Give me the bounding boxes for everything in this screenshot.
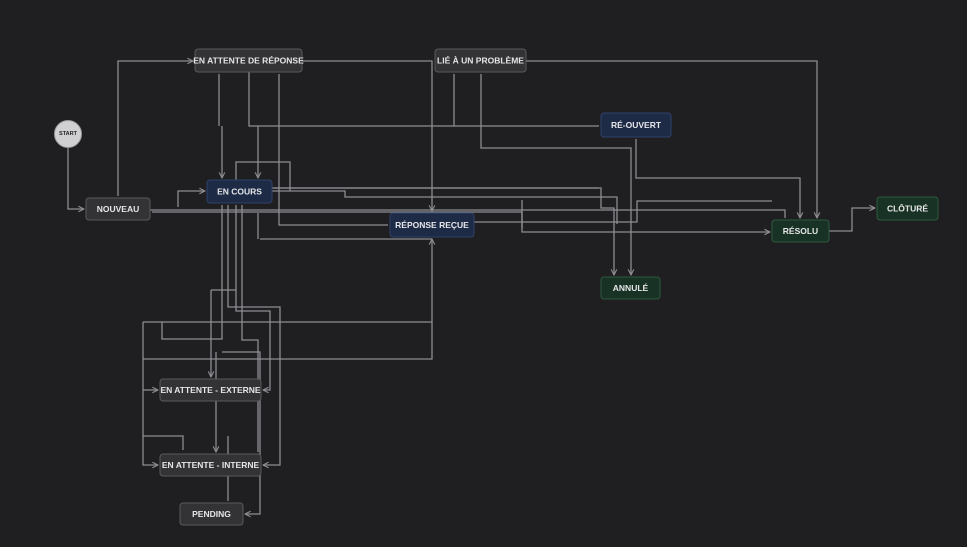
state-node-resolu[interactable]: RÉSOLU [771,219,830,243]
state-label: RÉPONSE REÇUE [395,220,469,230]
state-node-lie-a-un-probleme[interactable]: LIÉ À UN PROBLÈME [434,48,527,73]
state-label: RÉSOLU [783,226,818,236]
state-label: EN ATTENTE - EXTERNE [160,385,260,395]
state-node-nouveau[interactable]: NOUVEAU [85,197,151,221]
state-label: EN ATTENTE - INTERNE [162,460,260,470]
start-label: START [59,131,78,137]
state-label: CLÔTURÉ [887,203,928,214]
state-node-pending[interactable]: PENDING [179,502,244,526]
state-node-cloture[interactable]: CLÔTURÉ [876,196,939,221]
state-label: PENDING [192,509,231,519]
state-node-reponse-recue[interactable]: RÉPONSE REÇUE [389,212,475,238]
state-node-en-attente-externe[interactable]: EN ATTENTE - EXTERNE [159,378,262,402]
state-label: ANNULÉ [613,283,649,293]
state-diagram: START NOUVEAU EN COURS EN ATTENTE DE RÉP… [0,0,967,547]
state-label: EN ATTENTE DE RÉPONSE [193,56,304,66]
state-label: LIÉ À UN PROBLÈME [437,56,524,66]
state-label: EN COURS [217,187,262,197]
state-node-en-cours[interactable]: EN COURS [206,179,273,204]
start-node: START [54,120,82,148]
state-node-re-ouvert[interactable]: RÉ-OUVERT [600,112,672,138]
state-label: RÉ-OUVERT [611,120,662,130]
state-node-annule[interactable]: ANNULÉ [600,276,661,300]
state-node-en-attente-de-reponse[interactable]: EN ATTENTE DE RÉPONSE [193,48,304,73]
state-node-en-attente-interne[interactable]: EN ATTENTE - INTERNE [159,453,262,477]
state-label: NOUVEAU [97,204,140,214]
